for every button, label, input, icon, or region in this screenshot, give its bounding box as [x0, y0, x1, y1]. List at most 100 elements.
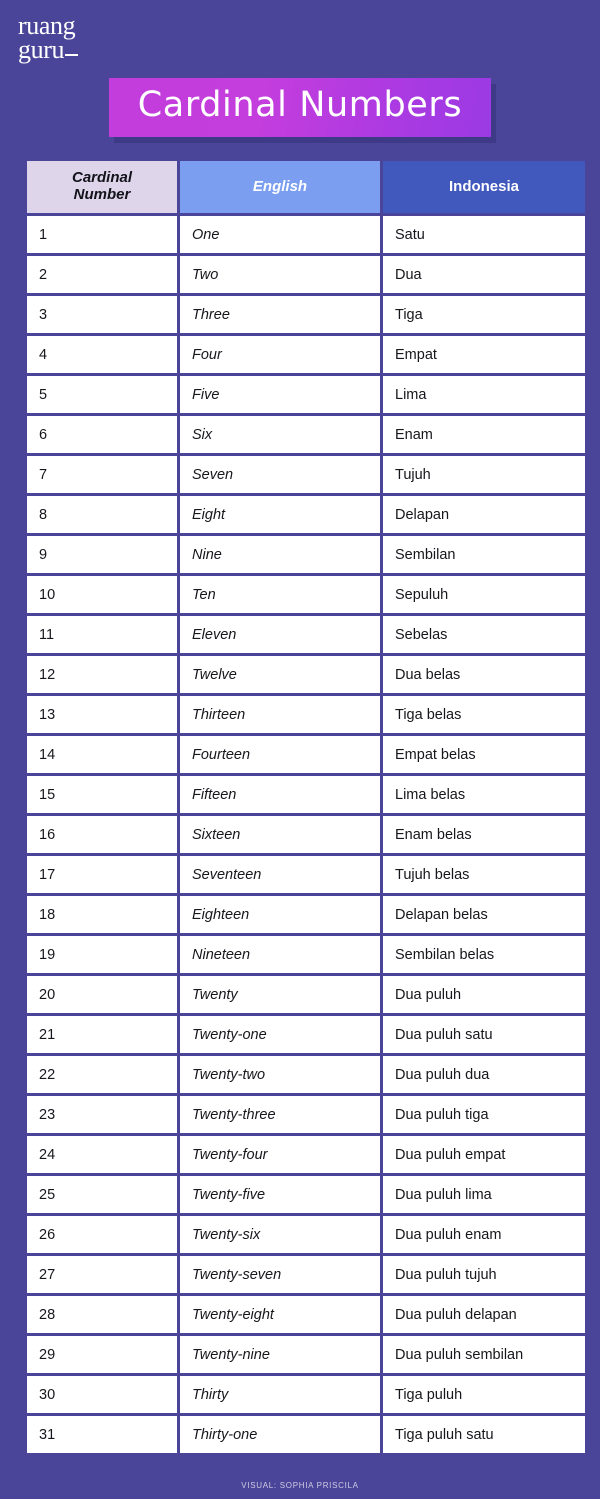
table-row: 24 Twenty-four Dua puluh empat	[27, 1136, 585, 1173]
cell-english: Twenty-seven	[180, 1256, 380, 1293]
cell-cardinal-number: 11	[27, 616, 177, 653]
cell-cardinal-number: 25	[27, 1176, 177, 1213]
cell-english: Twelve	[180, 656, 380, 693]
cell-english: Eleven	[180, 616, 380, 653]
cell-english: Twenty	[180, 976, 380, 1013]
table-row: 14 Fourteen Empat belas	[27, 736, 585, 773]
table-row: 4 Four Empat	[27, 336, 585, 373]
cell-english: Sixteen	[180, 816, 380, 853]
cell-cardinal-number: 13	[27, 696, 177, 733]
cell-indonesia: Dua puluh	[383, 976, 585, 1013]
cell-cardinal-number: 9	[27, 536, 177, 573]
table-row: 21 Twenty-one Dua puluh satu	[27, 1016, 585, 1053]
cell-cardinal-number: 22	[27, 1056, 177, 1093]
cell-english: Twenty-one	[180, 1016, 380, 1053]
cell-indonesia: Tiga belas	[383, 696, 585, 733]
cell-cardinal-number: 27	[27, 1256, 177, 1293]
cell-indonesia: Sebelas	[383, 616, 585, 653]
cell-cardinal-number: 4	[27, 336, 177, 373]
table-row: 2 Two Dua	[27, 256, 585, 293]
cell-indonesia: Tujuh belas	[383, 856, 585, 893]
cell-cardinal-number: 31	[27, 1416, 177, 1453]
column-header-cardinal-number: Cardinal Number	[27, 161, 177, 213]
cell-cardinal-number: 26	[27, 1216, 177, 1253]
column-header-indonesia: Indonesia	[383, 161, 585, 213]
cell-cardinal-number: 23	[27, 1096, 177, 1133]
cell-indonesia: Dua puluh satu	[383, 1016, 585, 1053]
cell-cardinal-number: 28	[27, 1296, 177, 1333]
brand-logo: ruang guru	[18, 13, 148, 64]
page-title: Cardinal Numbers	[137, 85, 463, 125]
cell-english: Eight	[180, 496, 380, 533]
table-row: 11 Eleven Sebelas	[27, 616, 585, 653]
cell-english: Twenty-nine	[180, 1336, 380, 1373]
cardinal-numbers-table: Cardinal Number English Indonesia 1 One Sa…	[24, 158, 588, 1456]
cell-english: Twenty-five	[180, 1176, 380, 1213]
table-row: 10 Ten Sepuluh	[27, 576, 585, 613]
table-row: 22 Twenty-two Dua puluh dua	[27, 1056, 585, 1093]
cell-indonesia: Tiga puluh satu	[383, 1416, 585, 1453]
table-row: 30 Thirty Tiga puluh	[27, 1376, 585, 1413]
cell-indonesia: Dua puluh sembilan	[383, 1336, 585, 1373]
cell-english: Thirty-one	[180, 1416, 380, 1453]
cell-indonesia: Tiga puluh	[383, 1376, 585, 1413]
cell-english: Fifteen	[180, 776, 380, 813]
table-row: 8 Eight Delapan	[27, 496, 585, 533]
cell-indonesia: Dua puluh empat	[383, 1136, 585, 1173]
brand-logo-underscore	[65, 53, 79, 56]
cell-cardinal-number: 24	[27, 1136, 177, 1173]
cell-indonesia: Dua puluh delapan	[383, 1296, 585, 1333]
table-row: 13 Thirteen Tiga belas	[27, 696, 585, 733]
table-row: 17 Seventeen Tujuh belas	[27, 856, 585, 893]
cell-cardinal-number: 2	[27, 256, 177, 293]
table-row: 31 Thirty-one Tiga puluh satu	[27, 1416, 585, 1453]
cell-cardinal-number: 17	[27, 856, 177, 893]
brand-logo-line-2-text: guru	[18, 34, 65, 64]
cell-indonesia: Lima	[383, 376, 585, 413]
column-header-cardinal-number-line1: Cardinal	[71, 169, 132, 187]
cell-cardinal-number: 19	[27, 936, 177, 973]
cell-english: Twenty-four	[180, 1136, 380, 1173]
cell-cardinal-number: 10	[27, 576, 177, 613]
cell-indonesia: Delapan belas	[383, 896, 585, 933]
cell-indonesia: Dua puluh tiga	[383, 1096, 585, 1133]
table-row: 19 Nineteen Sembilan belas	[27, 936, 585, 973]
column-header-english: English	[180, 161, 380, 213]
table-row: 12 Twelve Dua belas	[27, 656, 585, 693]
cell-cardinal-number: 30	[27, 1376, 177, 1413]
cell-cardinal-number: 16	[27, 816, 177, 853]
cell-cardinal-number: 29	[27, 1336, 177, 1373]
cell-indonesia: Dua puluh tujuh	[383, 1256, 585, 1293]
cell-cardinal-number: 5	[27, 376, 177, 413]
table-row: 27 Twenty-seven Dua puluh tujuh	[27, 1256, 585, 1293]
cell-english: Eighteen	[180, 896, 380, 933]
cell-indonesia: Dua puluh dua	[383, 1056, 585, 1093]
cell-english: Two	[180, 256, 380, 293]
cell-cardinal-number: 1	[27, 216, 177, 253]
cell-indonesia: Delapan	[383, 496, 585, 533]
cell-english: One	[180, 216, 380, 253]
column-header-cardinal-number-line2: Number	[73, 186, 131, 203]
cell-english: Seven	[180, 456, 380, 493]
title-banner: Cardinal Numbers	[109, 78, 491, 137]
cell-indonesia: Sepuluh	[383, 576, 585, 613]
cell-english: Ten	[180, 576, 380, 613]
table-row: 16 Sixteen Enam belas	[27, 816, 585, 853]
cell-cardinal-number: 7	[27, 456, 177, 493]
table-row: 29 Twenty-nine Dua puluh sembilan	[27, 1336, 585, 1373]
cell-cardinal-number: 3	[27, 296, 177, 333]
brand-logo-line-2: guru	[18, 34, 79, 64]
cell-indonesia: Sembilan	[383, 536, 585, 573]
footer-credit: VISUAL: SOPHIA PRISCILA	[241, 1481, 359, 1490]
cell-english: Thirty	[180, 1376, 380, 1413]
cell-indonesia: Tiga	[383, 296, 585, 333]
cell-indonesia: Dua	[383, 256, 585, 293]
cell-english: Fourteen	[180, 736, 380, 773]
cell-indonesia: Empat	[383, 336, 585, 373]
table-header-row: Cardinal Number English Indonesia	[27, 161, 585, 213]
cell-cardinal-number: 12	[27, 656, 177, 693]
cell-cardinal-number: 21	[27, 1016, 177, 1053]
cell-english: Seventeen	[180, 856, 380, 893]
cell-cardinal-number: 20	[27, 976, 177, 1013]
table-header: Cardinal Number English Indonesia	[27, 161, 585, 213]
